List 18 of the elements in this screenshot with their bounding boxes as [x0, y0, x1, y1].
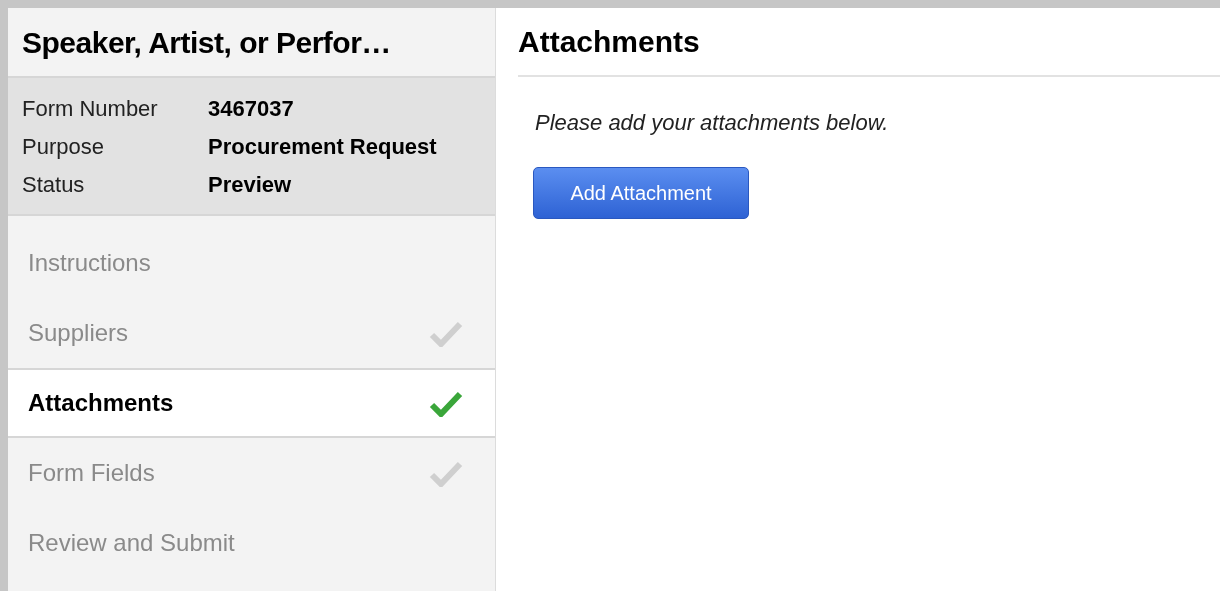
step-item[interactable]: Instructions	[8, 228, 495, 298]
detail-label: Form Number	[22, 94, 159, 123]
detail-value: Preview	[208, 170, 292, 199]
step-item[interactable]: Attachments	[8, 368, 495, 438]
detail-label: Purpose	[22, 132, 105, 161]
checkmark-icon	[429, 319, 463, 347]
form-title: Speaker, Artist, or Perfor…	[22, 24, 391, 61]
section-heading: Attachments	[518, 24, 700, 60]
step-item[interactable]: Review and Submit	[8, 508, 495, 578]
detail-label: Status	[22, 170, 86, 199]
step-item[interactable]: Suppliers	[8, 298, 495, 368]
instruction-text: Please add your attachments below.	[535, 109, 890, 137]
checkmark-icon	[429, 389, 463, 417]
detail-value: Procurement Request	[208, 132, 437, 161]
step-item[interactable]: Form Fields	[8, 438, 495, 508]
detail-value: 3467037	[208, 94, 294, 123]
add-attachment-button[interactable]: Add Attachment	[533, 167, 749, 219]
checkmark-icon	[429, 459, 463, 487]
